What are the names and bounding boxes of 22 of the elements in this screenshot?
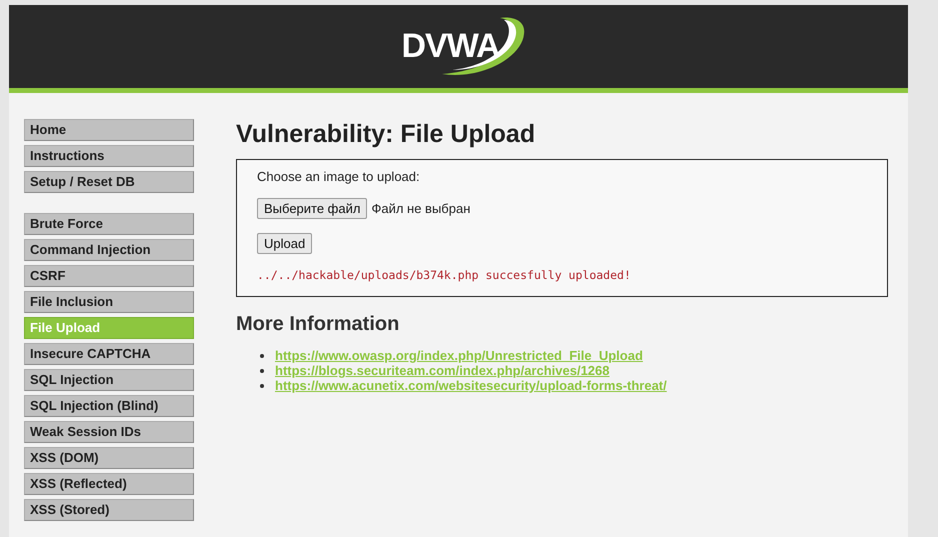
page-title: Vulnerability: File Upload — [236, 119, 536, 149]
menu-item[interactable]: XSS (Stored) — [24, 499, 194, 521]
form-label: Choose an image to upload: — [257, 169, 421, 184]
menu-item[interactable]: CSRF — [24, 265, 194, 287]
section-heading: More Information — [236, 313, 400, 336]
menu-item[interactable]: Home — [24, 119, 194, 141]
logo-text: DVWA — [402, 27, 500, 66]
menu-item[interactable]: XSS (DOM) — [24, 447, 194, 469]
menu-item[interactable]: SQL Injection — [24, 369, 194, 391]
menu-item[interactable]: Brute Force — [24, 213, 194, 235]
upload-button[interactable]: Upload — [257, 233, 312, 254]
upload-message: ../../hackable/uploads/b374k.php succesfully uploaded! — [257, 268, 632, 282]
menu-item[interactable]: File Inclusion — [24, 291, 194, 313]
menu-item[interactable]: Setup / Reset DB — [24, 171, 194, 193]
menu-item[interactable]: XSS (Reflected) — [24, 473, 194, 495]
menu-item[interactable]: Instructions — [24, 145, 194, 167]
menu-item[interactable]: Insecure CAPTCHA — [24, 343, 194, 365]
menu-item[interactable]: Command Injection — [24, 239, 194, 261]
menu-item[interactable]: Weak Session IDs — [24, 421, 194, 443]
file-status: Файл не выбран — [371, 201, 470, 216]
menu-item[interactable]: SQL Injection (Blind) — [24, 395, 194, 417]
choose-file-button[interactable]: Выберите файл — [257, 198, 368, 219]
